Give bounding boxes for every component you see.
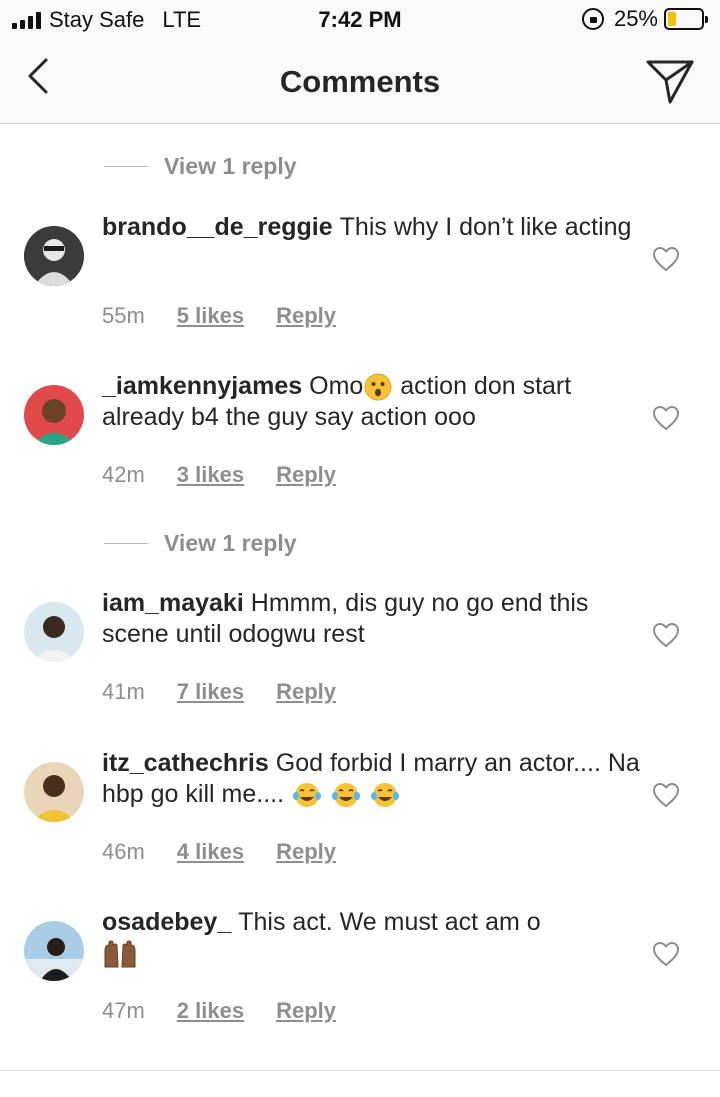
battery-percent: 25% (613, 6, 658, 31)
comment-text-start: Omo (309, 372, 364, 400)
comment-meta: 47m 2 likes Reply (102, 998, 336, 1024)
battery-icon (664, 8, 708, 30)
reply-button[interactable]: Reply (276, 679, 336, 705)
tears-of-joy-emoji (370, 783, 399, 808)
surprised-face-emoji (364, 373, 392, 401)
comment-body: brando__de_reggie This why I don’t like a… (102, 212, 642, 243)
comment-username[interactable]: iam_mayaki (102, 589, 244, 617)
comment-username[interactable]: itz_cathechris (102, 749, 269, 777)
avatar[interactable] (24, 226, 84, 286)
comment-body: itz_cathechris God forbid I marry an acto… (102, 748, 642, 810)
comment-body: _iamkennyjames Omo action don start alrea… (102, 371, 642, 433)
divider-line (104, 543, 148, 544)
view-replies-button[interactable]: View 1 reply (104, 530, 297, 557)
rotation-lock-icon (581, 8, 604, 30)
comment-likes-link[interactable]: 4 likes (177, 839, 244, 865)
comment-time: 55m (102, 303, 145, 328)
status-bar: Stay Safe LTE 7:42 PM 25% (0, 0, 720, 40)
view-replies-label: View 1 reply (164, 153, 297, 179)
comment-meta: 41m 7 likes Reply (102, 679, 336, 705)
avatar[interactable] (24, 921, 84, 981)
tears-of-joy-emoji (292, 783, 321, 808)
reply-button[interactable]: Reply (276, 998, 336, 1024)
nav-bar: Comments (0, 40, 720, 124)
avatar[interactable] (24, 762, 84, 822)
share-button[interactable] (644, 54, 696, 106)
comment-username[interactable]: _iamkennyjames (102, 372, 302, 400)
like-heart-icon[interactable] (652, 782, 680, 808)
comment-text: This why I don’t like acting (339, 213, 632, 241)
reply-button[interactable]: Reply (276, 303, 336, 329)
avatar[interactable] (24, 385, 84, 445)
raising-hands-emoji (104, 940, 136, 968)
divider-line (104, 166, 148, 167)
view-replies-button[interactable]: View 1 reply (104, 153, 297, 180)
comment-likes-link[interactable]: 7 likes (177, 679, 244, 705)
like-heart-icon[interactable] (652, 941, 680, 967)
comment-likes-link[interactable]: 3 likes (177, 462, 244, 488)
comment-meta: 42m 3 likes Reply (102, 462, 336, 488)
page-title: Comments (279, 64, 441, 99)
paper-plane-icon (646, 60, 694, 104)
comment-username[interactable]: osadebey_ (102, 908, 231, 936)
like-heart-icon[interactable] (652, 405, 680, 431)
tears-of-joy-emoji-group (291, 780, 401, 808)
comment-likes-link[interactable]: 5 likes (177, 303, 244, 329)
like-heart-icon[interactable] (652, 246, 680, 272)
comment-username[interactable]: brando__de_reggie (102, 213, 333, 241)
comment-body: osadebey_ This act. We must act am o (102, 907, 642, 969)
comment-likes-link[interactable]: 2 likes (177, 998, 244, 1024)
tears-of-joy-emoji (331, 783, 360, 808)
view-replies-label: View 1 reply (164, 530, 297, 556)
reply-button[interactable]: Reply (276, 839, 336, 865)
status-right: 25% (581, 6, 708, 32)
reply-button[interactable]: Reply (276, 462, 336, 488)
comment-time: 42m (102, 462, 145, 487)
comment-time: 47m (102, 998, 145, 1023)
like-heart-icon[interactable] (652, 622, 680, 648)
comment-meta: 55m 5 likes Reply (102, 303, 336, 329)
avatar[interactable] (24, 602, 84, 662)
comment-text: This act. We must act am o (238, 908, 541, 936)
comment-time: 46m (102, 839, 145, 864)
bottom-divider (0, 1070, 720, 1071)
comment-meta: 46m 4 likes Reply (102, 839, 336, 865)
comment-body: iam_mayaki Hmmm, dis guy no go end this s… (102, 588, 642, 650)
comment-time: 41m (102, 679, 145, 704)
